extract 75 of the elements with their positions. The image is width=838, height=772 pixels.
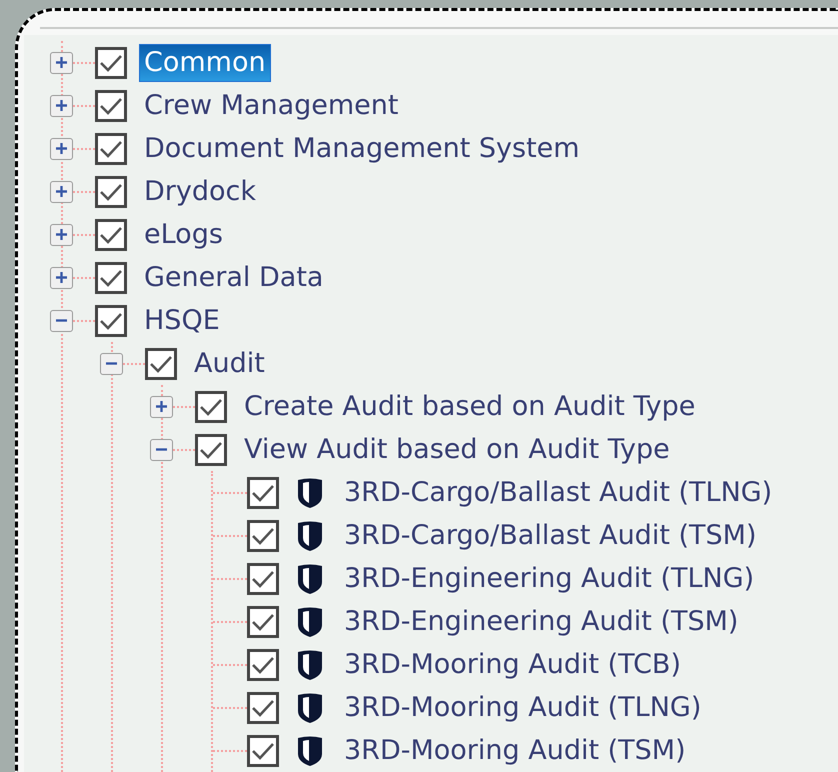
checkmark-icon xyxy=(251,740,275,760)
shield-icon xyxy=(297,736,323,766)
checkmark-icon xyxy=(251,612,275,632)
plus-icon xyxy=(55,142,68,155)
tree-item-label[interactable]: 3RD-Engineering Audit (TSM) xyxy=(339,602,744,640)
tree-item-label[interactable]: 3RD-Cargo/Ballast Audit (TLNG) xyxy=(339,474,778,512)
shield-icon xyxy=(297,606,323,636)
tree-item-label[interactable]: HSQE xyxy=(139,302,225,340)
checkbox[interactable] xyxy=(145,348,177,380)
plus-icon xyxy=(55,271,68,284)
checkbox[interactable] xyxy=(247,562,279,594)
expand-toggle[interactable] xyxy=(50,180,73,202)
checkbox[interactable] xyxy=(195,434,227,466)
expand-toggle[interactable] xyxy=(50,138,73,160)
checkmark-icon xyxy=(99,182,123,202)
tree-item-label[interactable]: Audit xyxy=(189,344,270,382)
shield-icon xyxy=(297,520,323,550)
checkbox[interactable] xyxy=(247,476,279,508)
expand-toggle[interactable] xyxy=(50,266,73,288)
checkmark-icon xyxy=(251,654,275,674)
checkbox[interactable] xyxy=(247,692,279,724)
tree-item-label[interactable]: 3RD-Cargo/Ballast Audit (TSM) xyxy=(339,516,762,554)
tree-item-label[interactable]: Drydock xyxy=(139,172,262,210)
expand-toggle[interactable] xyxy=(150,396,173,418)
checkmark-icon xyxy=(99,268,123,288)
checkbox[interactable] xyxy=(95,262,127,294)
checkbox[interactable] xyxy=(195,390,227,422)
checkbox[interactable] xyxy=(95,90,127,122)
checkmark-icon xyxy=(199,396,223,416)
plus-icon xyxy=(155,400,168,413)
checkmark-icon xyxy=(251,482,275,502)
checkmark-icon xyxy=(251,526,275,546)
tree-item-label[interactable]: eLogs xyxy=(139,216,228,254)
tree-item-label[interactable]: 3RD-Engineering Audit (TLNG) xyxy=(339,560,760,598)
plus-icon xyxy=(55,185,68,198)
checkbox[interactable] xyxy=(95,304,127,336)
checkmark-icon xyxy=(99,310,123,330)
shield-icon xyxy=(297,650,323,680)
collapse-toggle[interactable] xyxy=(150,438,173,460)
checkbox[interactable] xyxy=(95,132,127,164)
checkbox[interactable] xyxy=(247,606,279,638)
checkmark-icon xyxy=(251,568,275,588)
checkmark-icon xyxy=(99,96,123,116)
checkbox[interactable] xyxy=(95,218,127,250)
checkmark-icon xyxy=(199,440,223,460)
shield-icon xyxy=(297,564,323,594)
shield-icon xyxy=(297,692,323,722)
tree-item-label[interactable]: 3RD-Mooring Audit (TCB) xyxy=(339,646,686,684)
tree-item-label[interactable]: 3RD-Mooring Audit (TLNG) xyxy=(339,688,706,726)
checkbox[interactable] xyxy=(95,176,127,208)
tree-item-label[interactable]: Crew Management xyxy=(139,86,404,124)
checkmark-icon xyxy=(99,138,123,158)
expand-toggle[interactable] xyxy=(50,52,73,74)
checkmark-icon xyxy=(99,224,123,244)
checkmark-icon xyxy=(251,698,275,718)
checkbox[interactable] xyxy=(95,46,127,78)
plus-icon xyxy=(55,56,68,69)
tree-item-label[interactable]: General Data xyxy=(139,258,328,296)
plus-icon xyxy=(55,228,68,241)
checkbox[interactable] xyxy=(247,734,279,766)
checkbox[interactable] xyxy=(247,520,279,552)
tree-item-label[interactable]: 3RD-Mooring Audit (TSM) xyxy=(339,732,691,770)
tree-item-label[interactable]: View Audit based on Audit Type xyxy=(239,430,675,468)
checkbox[interactable] xyxy=(247,648,279,680)
tree-item-label[interactable]: Common xyxy=(139,44,271,82)
tree-item-label[interactable]: Create Audit based on Audit Type xyxy=(239,388,700,426)
collapse-toggle[interactable] xyxy=(50,310,73,332)
plus-icon xyxy=(55,99,68,112)
expand-toggle[interactable] xyxy=(50,224,73,246)
tree-item-label[interactable]: Document Management System xyxy=(139,130,585,168)
collapse-toggle[interactable] xyxy=(100,352,123,374)
expand-toggle[interactable] xyxy=(50,94,73,116)
checkmark-icon xyxy=(149,354,173,374)
checkmark-icon xyxy=(99,52,123,72)
shield-icon xyxy=(297,478,323,508)
